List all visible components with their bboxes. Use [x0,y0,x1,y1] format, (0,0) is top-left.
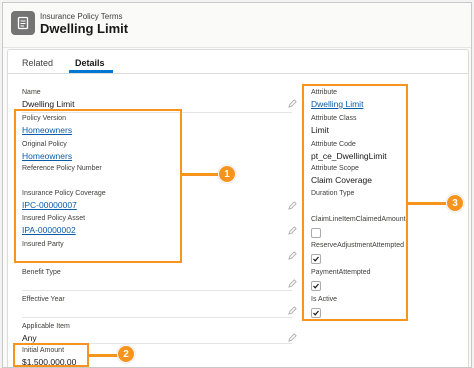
pencil-icon[interactable] [288,251,297,260]
callout-connector-3 [408,202,448,205]
field-effective-year: Effective Year [22,295,292,318]
field-label: Benefit Type [22,269,61,276]
field-label: Applicable Item [22,323,70,330]
callout-box-1 [14,109,182,263]
pencil-icon[interactable] [288,333,297,342]
document-icon [11,11,35,35]
callout-badge-1: 1 [218,165,236,183]
app-frame: Insurance Policy Terms Dwelling Limit Re… [2,2,472,368]
tab-details[interactable]: Details [75,58,105,68]
field-name: Name Dwelling Limit [22,88,292,113]
field-label: Effective Year [22,296,65,303]
pencil-icon[interactable] [288,306,297,315]
callout-connector-2 [89,354,119,357]
tab-related[interactable]: Related [22,58,53,68]
record-header: Insurance Policy Terms Dwelling Limit [3,3,471,48]
tab-bar: Related Details [8,50,468,74]
pencil-icon[interactable] [288,201,297,210]
object-type-label: Insurance Policy Terms [40,12,123,21]
callout-connector-1 [182,173,222,176]
field-benefit-type: Benefit Type [22,268,292,291]
callout-box-3 [302,84,408,321]
callout-box-2 [13,343,89,367]
field-divider [22,290,292,291]
callout-badge-2: 2 [117,345,135,363]
field-label: Name [22,89,41,96]
active-tab-indicator [69,70,113,73]
record-title: Dwelling Limit [40,21,129,36]
pencil-icon[interactable] [288,279,297,288]
pencil-icon[interactable] [288,226,297,235]
pencil-icon[interactable] [288,99,297,108]
callout-badge-3: 3 [446,194,464,212]
field-divider [22,317,292,318]
field-applicable-item: Applicable Item Any [22,322,292,344]
